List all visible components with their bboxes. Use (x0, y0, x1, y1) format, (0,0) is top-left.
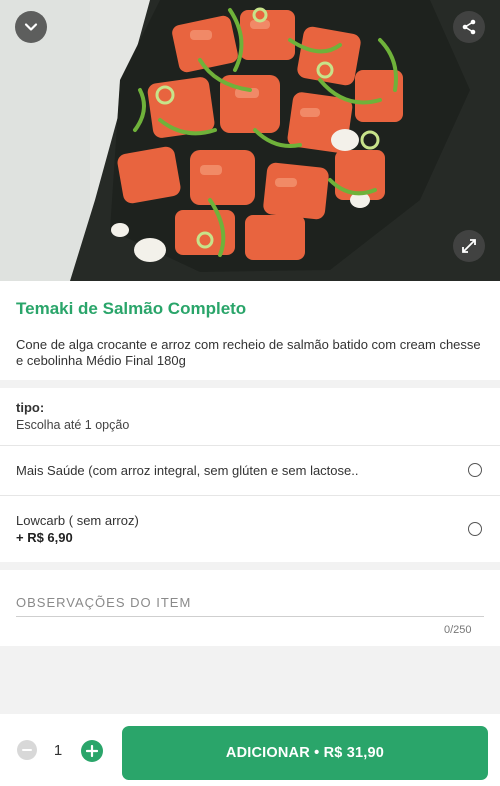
notes-char-counter: 0/250 (444, 624, 472, 636)
minus-icon (22, 749, 32, 751)
product-image (0, 0, 500, 281)
option-group-header: tipo: Escolha até 1 opção (0, 388, 500, 446)
option-row[interactable]: Lowcarb ( sem arroz) + R$ 6,90 (0, 496, 500, 562)
option-price: + R$ 6,90 (16, 530, 73, 545)
share-button[interactable] (453, 11, 485, 43)
option-group-hint: Escolha até 1 opção (16, 418, 130, 432)
product-info-card: Temaki de Salmão Completo Cone de alga c… (0, 281, 500, 380)
option-radio[interactable] (468, 522, 482, 536)
add-to-cart-bar: 1 ADICIONAR • R$ 31,90 (0, 714, 500, 786)
option-group: tipo: Escolha até 1 opção Mais Saúde (co… (0, 388, 500, 562)
share-icon (462, 19, 476, 35)
option-group-label: tipo: (16, 400, 45, 415)
increase-quantity-button[interactable] (81, 740, 103, 762)
option-row[interactable]: Mais Saúde (com arroz integral, sem glút… (0, 446, 500, 496)
chevron-down-icon (24, 23, 38, 31)
decrease-quantity-button[interactable] (17, 740, 37, 760)
expand-icon (462, 239, 476, 253)
product-title: Temaki de Salmão Completo (16, 299, 247, 318)
option-label: Lowcarb ( sem arroz) (16, 513, 139, 528)
quantity-value: 1 (53, 742, 63, 759)
option-label: Mais Saúde (com arroz integral, sem glút… (16, 463, 359, 478)
notes-card: 0/250 (0, 570, 500, 646)
option-radio[interactable] (468, 463, 482, 477)
expand-image-button[interactable] (453, 230, 485, 262)
notes-input[interactable] (16, 588, 484, 617)
back-button[interactable] (15, 11, 47, 43)
add-to-cart-button[interactable]: ADICIONAR • R$ 31,90 (122, 726, 488, 780)
product-description: Cone de alga crocante e arroz com rechei… (16, 337, 481, 368)
plus-icon (86, 745, 98, 757)
temaki-illustration (0, 0, 500, 281)
